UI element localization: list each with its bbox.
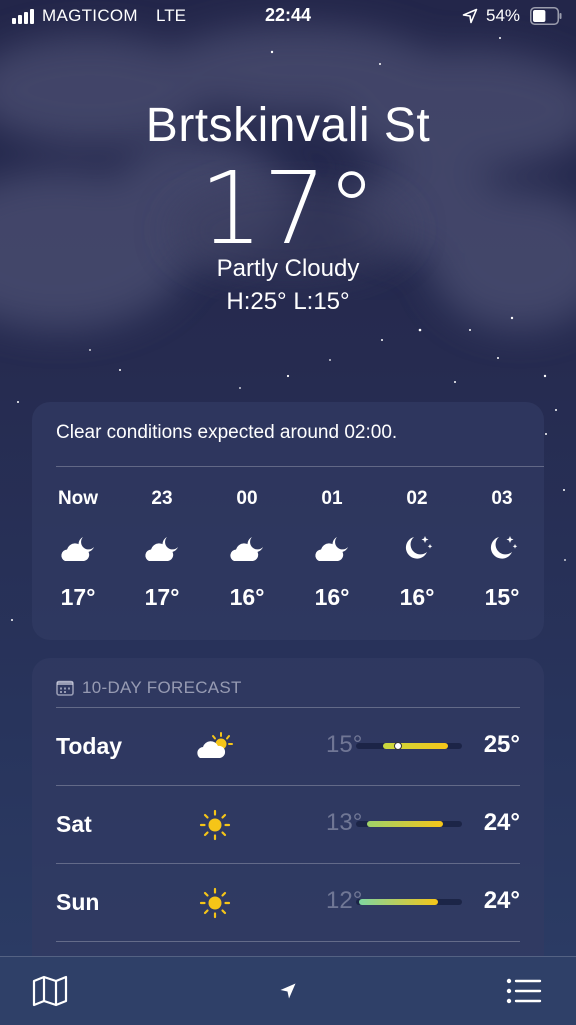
forecast-header: 10-DAY FORECAST	[56, 676, 242, 700]
temperature-range-bar	[356, 899, 462, 905]
moon-stars-icon	[377, 514, 457, 584]
ten-day-forecast-card[interactable]: 10-DAY FORECAST Today 15° 25° Sat 13° 24…	[32, 658, 544, 978]
battery-icon	[530, 7, 562, 25]
hour-item: 02 16°	[377, 484, 457, 611]
divider	[56, 785, 520, 786]
list-icon	[506, 978, 542, 1004]
divider	[56, 941, 520, 942]
temperature-range-fill	[359, 899, 438, 905]
hour-temperature: 16°	[399, 584, 435, 610]
hour-label: Now	[57, 488, 99, 509]
hour-item: Now 17°	[38, 484, 118, 611]
hour-temperature: 16°	[314, 584, 350, 610]
current-temperature: 17°	[199, 150, 377, 267]
cloud-moon-icon	[38, 514, 118, 584]
forecast-row[interactable]: Sun 12° 24°	[56, 863, 520, 941]
temperature-range-bar	[356, 821, 462, 827]
current-location-button[interactable]	[268, 971, 308, 1011]
divider	[56, 863, 520, 864]
partly-sunny-icon	[197, 732, 233, 758]
sun-icon	[199, 887, 231, 919]
high-low-temperature: H:25° L:15°	[226, 288, 350, 315]
hour-temperature: 17°	[60, 584, 96, 610]
location-services-icon	[462, 8, 478, 24]
hour-label: 01	[321, 488, 343, 509]
hour-temperature: 17°	[144, 584, 180, 610]
forecast-title: 10-DAY FORECAST	[82, 678, 242, 697]
location-arrow-icon	[280, 983, 296, 999]
temperature-range-fill	[366, 821, 443, 827]
temperature-range-fill	[382, 743, 449, 749]
status-bar: MAGTICOM LTE 22:44 54%	[0, 0, 576, 34]
sun-icon	[199, 809, 231, 841]
hourly-summary: Clear conditions expected around 02:00.	[56, 422, 398, 443]
hour-label: 03	[491, 488, 513, 509]
location-name: Brtskinvali St	[145, 99, 431, 152]
moon-stars-icon	[462, 514, 542, 584]
hourly-forecast-card[interactable]: Clear conditions expected around 02:00. …	[32, 402, 544, 640]
cloud-moon-icon	[122, 514, 202, 584]
temperature-range-bar	[356, 742, 462, 750]
divider	[56, 466, 544, 467]
map-icon	[32, 975, 68, 1007]
hour-label: 23	[151, 488, 173, 509]
hour-temperature: 15°	[484, 584, 520, 610]
forecast-high: 24°	[483, 887, 520, 914]
forecast-day: Sun	[56, 889, 100, 915]
cloud-moon-icon	[207, 514, 287, 584]
hour-item: 23 17°	[122, 484, 202, 611]
forecast-day: Today	[56, 733, 123, 759]
hour-item: 03 15°	[462, 484, 542, 611]
calendar-icon	[56, 680, 74, 696]
hour-temperature: 16°	[229, 584, 265, 610]
hour-item: 00 16°	[207, 484, 287, 611]
battery-percentage: 54%	[486, 6, 521, 25]
location-list-button[interactable]	[504, 971, 544, 1011]
hour-label: 00	[236, 488, 258, 509]
hour-item: 01 16°	[292, 484, 372, 611]
forecast-row[interactable]: Sat 13° 24°	[56, 785, 520, 863]
divider	[56, 707, 520, 708]
cloud-moon-icon	[292, 514, 372, 584]
forecast-day: Sat	[56, 811, 92, 837]
bottom-toolbar	[0, 956, 576, 1025]
forecast-row[interactable]: Today 15° 25°	[56, 707, 520, 785]
forecast-high: 24°	[483, 809, 520, 836]
current-condition: Partly Cloudy	[216, 255, 360, 282]
hour-label: 02	[406, 488, 428, 509]
map-button[interactable]	[30, 971, 70, 1011]
forecast-high: 25°	[483, 731, 520, 758]
